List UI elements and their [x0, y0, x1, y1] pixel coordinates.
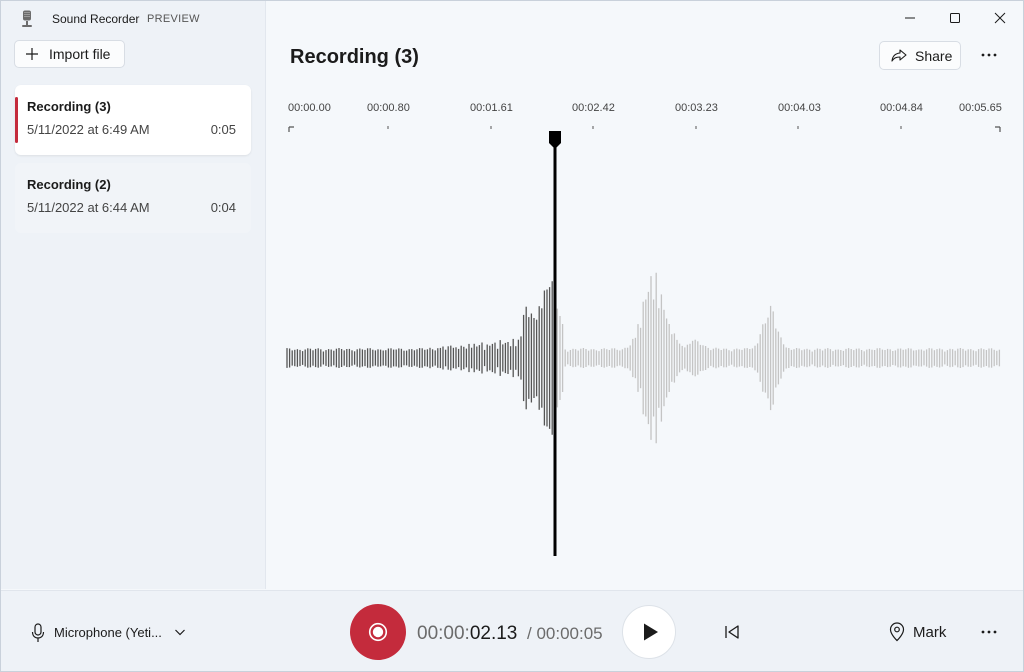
recording-list-item[interactable]: Recording (3) 5/11/2022 at 6:49 AM 0:05 — [15, 85, 251, 155]
timeline-tick-label: 00:04.03 — [778, 102, 821, 114]
microphone-selector[interactable]: Microphone (Yeti... — [54, 625, 162, 640]
import-file-label: Import file — [49, 46, 111, 62]
recording-title: Recording (3) — [290, 46, 419, 68]
playhead-handle[interactable] — [549, 131, 561, 149]
skip-back-icon — [725, 625, 739, 639]
timeline-tick-label: 00:04.84 — [880, 102, 923, 114]
chevron-down-icon[interactable] — [174, 627, 186, 637]
play-icon — [643, 623, 658, 641]
close-button[interactable] — [977, 1, 1023, 35]
recording-name: Recording (3) — [27, 99, 111, 114]
timeline-tick-label: 00:02.42 — [572, 102, 615, 114]
recording-duration: 0:04 — [210, 200, 236, 215]
app-title: Sound Recorder — [52, 12, 140, 26]
recording-date: 5/11/2022 at 6:49 AM — [27, 122, 150, 137]
skip-back-button[interactable] — [720, 621, 744, 643]
sidebar: Sound Recorder PREVIEW Import file Recor… — [1, 1, 266, 589]
timeline-bracket-right — [995, 126, 1001, 132]
preview-badge: PREVIEW — [147, 13, 200, 25]
recording-name: Recording (2) — [27, 177, 111, 192]
mark-button[interactable]: Mark — [913, 624, 946, 641]
current-time: 00:00:02.13 — [417, 623, 517, 645]
recording-list-item[interactable]: Recording (2) 5/11/2022 at 6:44 AM 0:04 — [15, 163, 251, 233]
share-button[interactable]: Share — [879, 41, 961, 70]
record-button[interactable] — [350, 604, 406, 660]
current-time-prefix: 00:00: — [417, 623, 470, 644]
timeline-bracket-left — [288, 126, 294, 132]
total-time: / 00:00:05 — [527, 624, 603, 643]
timeline-tick-label: 00:00.00 — [288, 102, 331, 114]
sound-recorder-window: Sound Recorder PREVIEW Import file Recor… — [0, 0, 1024, 672]
map-pin-icon[interactable] — [888, 622, 906, 642]
recording-duration: 0:05 — [210, 122, 236, 137]
selected-indicator — [15, 97, 18, 143]
plus-icon — [26, 48, 38, 60]
current-time-value: 02.13 — [469, 623, 518, 644]
more-horizontal-icon[interactable] — [977, 622, 1001, 642]
minimize-icon — [905, 17, 915, 19]
more-horizontal-icon[interactable] — [977, 45, 1001, 65]
share-icon — [891, 48, 907, 62]
timeline-tick-label: 00:03.23 — [675, 102, 718, 114]
close-icon — [994, 12, 1006, 24]
minimize-button[interactable] — [887, 1, 933, 35]
import-file-button[interactable]: Import file — [14, 40, 125, 68]
recording-date: 5/11/2022 at 6:44 AM — [27, 200, 150, 215]
timeline-tick-label: 00:05.65 — [959, 102, 1002, 114]
maximize-button[interactable] — [932, 1, 978, 35]
timeline-tick-label: 00:00.80 — [367, 102, 410, 114]
share-label: Share — [915, 47, 953, 64]
timeline-tick-label: 00:01.61 — [470, 102, 513, 114]
record-icon — [368, 622, 388, 642]
play-button[interactable] — [622, 605, 676, 659]
waveform[interactable] — [285, 126, 1005, 566]
microphone-icon — [22, 10, 32, 27]
maximize-icon — [950, 13, 960, 23]
microphone-icon — [31, 623, 45, 642]
